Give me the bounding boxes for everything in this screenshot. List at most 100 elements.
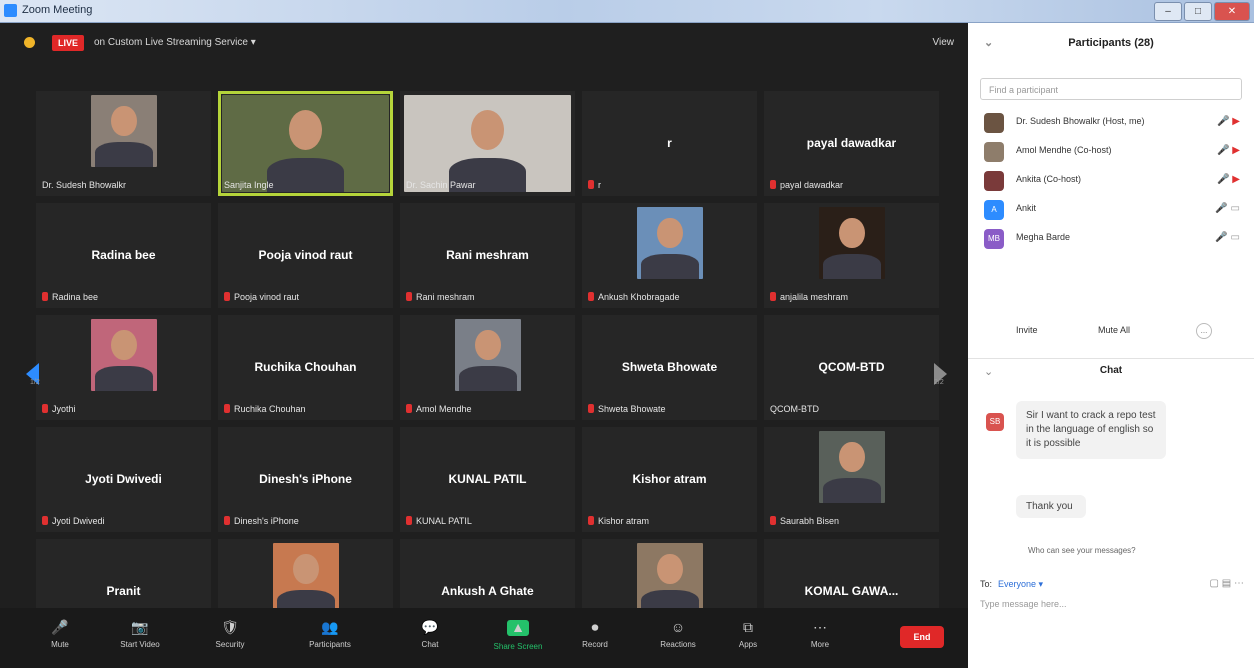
toolbar-button-chat[interactable]: 💬 Chat [400,608,460,668]
live-badge[interactable]: LIVE [52,35,85,51]
toolbar-button-reactions[interactable]: ☺ Reactions [648,608,708,668]
video-tile[interactable]: Rani meshram Rani meshram [400,203,575,308]
chat-sender-avatar: SB [986,413,1004,431]
maximize-button[interactable]: □ [1184,2,1212,21]
muted-mic-icon [224,292,230,301]
chevron-down-icon[interactable]: ⌄ [984,23,993,63]
video-tile[interactable]: rr [582,91,757,196]
video-tile[interactable]: Radina bee Radina bee [36,203,211,308]
toolbar-button-record[interactable]: ⏺ Record [565,608,625,668]
participant-name-label: Jyoti Dwivedi [42,516,105,526]
toolbar-label: Mute [51,640,69,649]
more-options-button[interactable]: ... [1196,323,1212,339]
chat-attach-icons[interactable]: ▢ ▤ ⋯ [1210,578,1244,589]
participant-row[interactable]: MB Megha Barde 🎤 ▭ [980,225,1246,254]
participant-row[interactable]: A Ankit 🎤 ▭ [980,196,1246,225]
participant-name-label: Pooja vinod raut [224,292,299,302]
participant-video [637,543,703,615]
person-body [641,253,699,279]
avatar: A [984,200,1004,220]
chat-recipient-dropdown[interactable]: Everyone ▾ [998,579,1043,590]
participant-row[interactable]: Ankita (Co-host) 🎤 ▶ [980,167,1246,196]
view-button[interactable]: View [933,37,955,48]
toolbar-label: Apps [738,640,758,649]
minimize-button[interactable]: – [1154,2,1182,21]
participant-list: Dr. Sudesh Bhowalkr (Host, me) 🎤 ▶ Amol Me… [980,109,1246,254]
mic-video-status-icon[interactable]: 🎤 ▭ [1215,232,1240,243]
chat-message-input[interactable]: Type message here... [980,599,1067,609]
avatar [984,113,1004,133]
apps-icon: ⧉ [743,619,753,635]
video-tile[interactable]: payal dawadkar payal dawadkar [764,91,939,196]
participant-name-text: Saurabh Bisen [780,516,840,526]
video-tile[interactable]: Dr. Sachin Pawar [400,91,575,196]
video-tile[interactable]: QCOM-BTD QCOM-BTD [764,315,939,420]
video-tile[interactable]: Amol Mendhe [400,315,575,420]
participant-row[interactable]: Dr. Sudesh Bhowalkr (Host, me) 🎤 ▶ [980,109,1246,138]
video-tile[interactable]: Saurabh Bisen [764,427,939,532]
video-tile[interactable]: Jyoti Dwivedi Jyoti Dwivedi [36,427,211,532]
participant-display-name: KOMAL GAWA... [804,584,899,598]
video-tile[interactable]: Dinesh's iPhone Dinesh's iPhone [218,427,393,532]
participant-video [637,207,703,279]
person-body [95,365,153,391]
close-button[interactable]: ✕ [1214,2,1250,21]
participant-row[interactable]: Amol Mendhe (Co-host) 🎤 ▶ [980,138,1246,167]
toolbar-button-participants[interactable]: 👥 Participants [300,608,360,668]
toolbar-button-mute[interactable]: 🎤 Mute [30,608,90,668]
end-button[interactable]: End [900,626,944,648]
video-tile[interactable]: Sanjita Ingle [218,91,393,196]
toolbar-button-share-screen[interactable]: ▲ Share Screen [488,608,548,668]
meeting-toolbar: End 🎤 Mute 📷 Start Video 🛡 Security 👥 Participa… [0,608,968,668]
participant-name-text: Dr. Sudesh Bhowalkr [42,180,127,190]
video-tile[interactable]: Shweta Bhowate Shweta Bhowate [582,315,757,420]
chat-icon: 💬 [421,619,439,635]
video-tile[interactable]: Dr. Sudesh Bhowalkr [36,91,211,196]
chat-message: Sir I want to crack a repo test in the l… [1016,401,1166,459]
more-icon: ⋯ [813,619,827,635]
muted-mic-icon [588,404,594,413]
mic-video-status-icon[interactable]: 🎤 ▶ [1217,116,1240,127]
muted-mic-icon [770,516,776,525]
who-can-see-link[interactable]: Who can see your messages? [1028,546,1136,555]
avatar: MB [984,229,1004,249]
record-icon: ⏺ [591,619,599,635]
toolbar-button-more[interactable]: ⋯ More [790,608,850,668]
participant-display-name: Jyoti Dwivedi [85,472,162,486]
video-tile[interactable]: Jyothi [36,315,211,420]
video-tile[interactable]: KUNAL PATIL KUNAL PATIL [400,427,575,532]
mic-video-status-icon[interactable]: 🎤 ▭ [1215,203,1240,214]
participant-name-text: Dr. Sachin Pawar [406,180,476,190]
video-tile[interactable]: Pooja vinod raut Pooja vinod raut [218,203,393,308]
stream-service-dropdown[interactable]: on Custom Live Streaming Service ▾ [94,37,256,48]
participant-display-name: payal dawadkar [806,136,897,150]
page-indicator-right: 2/2 [934,379,944,386]
mic-video-status-icon[interactable]: 🎤 ▶ [1217,145,1240,156]
video-tile[interactable]: Ruchika Chouhan Ruchika Chouhan [218,315,393,420]
participant-video [819,431,885,503]
participant-name: Ankita (Co-host) [1016,174,1082,184]
mute-all-button[interactable]: Mute All [1098,325,1130,335]
participant-search-input[interactable]: Find a participant [980,78,1242,100]
chat-title: Chat [1099,365,1123,376]
video-tile[interactable]: Kishor atram Kishor atram [582,427,757,532]
toolbar-button-security[interactable]: 🛡 Security [200,608,260,668]
video-tile[interactable]: Ankush Khobragade [582,203,757,308]
participant-name-text: Amol Mendhe [416,404,472,414]
zoom-app-icon [4,4,17,17]
person-body [95,141,153,167]
shield-icon[interactable] [24,37,35,48]
video-tile[interactable]: anjalila meshram [764,203,939,308]
participant-name-label: payal dawadkar [770,180,843,190]
participant-display-name: Pranit [106,584,141,598]
invite-button[interactable]: Invite [1016,325,1038,335]
participant-name-text: Kishor atram [598,516,650,526]
participant-name: Dr. Sudesh Bhowalkr (Host, me) [1016,116,1145,126]
person-head [475,329,501,361]
muted-mic-icon [42,292,48,301]
participant-name-label: Ankush Khobragade [588,292,680,302]
toolbar-button-apps[interactable]: ⧉ Apps [718,608,778,668]
mic-video-status-icon[interactable]: 🎤 ▶ [1217,174,1240,185]
reactions-icon: ☺ [670,619,686,635]
toolbar-button-start-video[interactable]: 📷 Start Video [110,608,170,668]
